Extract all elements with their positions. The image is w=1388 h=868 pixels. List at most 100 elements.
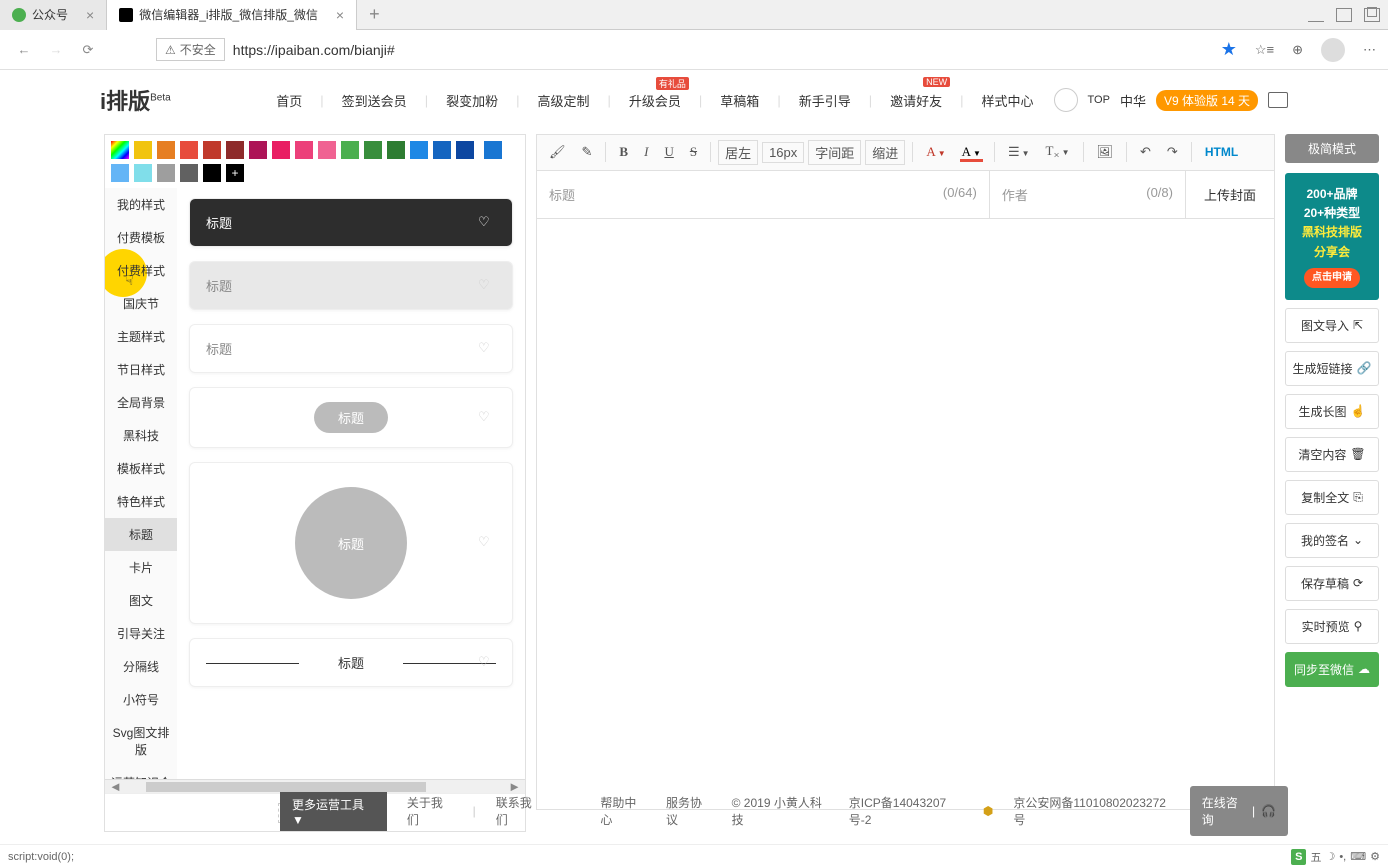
- heart-icon[interactable]: ♡: [478, 214, 496, 232]
- favorite-icon[interactable]: ★: [1221, 39, 1237, 60]
- color-swatch[interactable]: [226, 141, 244, 159]
- heart-icon[interactable]: ♡: [478, 340, 496, 358]
- category-follow[interactable]: 引导关注: [105, 617, 177, 650]
- category-theme[interactable]: 主题样式: [105, 320, 177, 353]
- logo[interactable]: i排版Beta: [100, 84, 171, 116]
- category-symbol[interactable]: 小符号: [105, 683, 177, 716]
- add-color-button[interactable]: +: [226, 164, 244, 182]
- color-swatch[interactable]: [134, 141, 152, 159]
- spacing-select[interactable]: 字间距: [808, 140, 861, 165]
- bg-color-button[interactable]: A▼: [956, 140, 987, 164]
- simple-mode-button[interactable]: 极简模式: [1285, 134, 1379, 163]
- nav-guide[interactable]: 新手引导: [799, 91, 851, 110]
- color-picker[interactable]: [111, 141, 129, 159]
- color-swatch[interactable]: [387, 141, 405, 159]
- promo-box[interactable]: 200+品牌 20+种类型 黑科技排版 分享会 点击申请: [1285, 173, 1379, 300]
- category-holiday[interactable]: 节日样式: [105, 353, 177, 386]
- restore-icon[interactable]: [1364, 8, 1380, 22]
- color-swatch[interactable]: [134, 164, 152, 182]
- fontsize-select[interactable]: 16px: [762, 142, 804, 163]
- nav-invite[interactable]: NEW邀请好友: [890, 91, 942, 110]
- avatar-icon[interactable]: [1054, 88, 1078, 112]
- browser-tab-active[interactable]: 微信编辑器_i排版_微信排版_微信 ×: [107, 0, 357, 30]
- footer-help[interactable]: 帮助中心: [600, 794, 646, 828]
- color-swatch[interactable]: [484, 141, 502, 159]
- minimize-icon[interactable]: [1308, 8, 1324, 22]
- category-background[interactable]: 全局背景: [105, 386, 177, 419]
- style-card-gray[interactable]: 标题 ♡: [189, 261, 513, 310]
- action-copy[interactable]: 复制全文⎘: [1285, 480, 1379, 515]
- color-swatch[interactable]: [272, 141, 290, 159]
- color-swatch[interactable]: [364, 141, 382, 159]
- format-button[interactable]: T×▼: [1040, 139, 1076, 166]
- color-swatch[interactable]: [410, 141, 428, 159]
- style-card-dark[interactable]: 标题 ♡: [189, 198, 513, 247]
- color-swatch[interactable]: [180, 141, 198, 159]
- action-longimage[interactable]: 生成长图☝: [1285, 394, 1379, 429]
- upload-cover-button[interactable]: 上传封面: [1186, 171, 1274, 218]
- action-signature[interactable]: 我的签名⌄: [1285, 523, 1379, 558]
- action-import[interactable]: 图文导入⇱: [1285, 308, 1379, 343]
- favorites-icon[interactable]: ☆≡: [1255, 42, 1274, 58]
- redo-button[interactable]: ↷: [1161, 140, 1184, 164]
- color-swatch[interactable]: [111, 164, 129, 182]
- url-input[interactable]: https://ipaiban.com/bianji#: [233, 42, 1213, 58]
- action-shortlink[interactable]: 生成短链接🔗: [1285, 351, 1379, 386]
- style-card-circle[interactable]: 标题 ♡: [189, 462, 513, 624]
- category-special[interactable]: 特色样式: [105, 485, 177, 518]
- collections-icon[interactable]: ⊕: [1292, 42, 1303, 58]
- color-swatch[interactable]: [456, 141, 474, 159]
- footer-about[interactable]: 关于我们: [407, 794, 453, 828]
- category-card[interactable]: 卡片: [105, 551, 177, 584]
- color-swatch[interactable]: [249, 141, 267, 159]
- consult-button[interactable]: 在线咨询 | 🎧: [1190, 786, 1288, 836]
- nav-fission[interactable]: 裂变加粉: [446, 91, 498, 110]
- color-swatch[interactable]: [318, 141, 336, 159]
- html-button[interactable]: HTML: [1199, 141, 1244, 163]
- category-my-styles[interactable]: 我的样式: [105, 188, 177, 221]
- color-swatch[interactable]: [295, 141, 313, 159]
- style-card-white[interactable]: 标题 ♡: [189, 324, 513, 373]
- undo-button[interactable]: ↶: [1134, 140, 1157, 164]
- indent-select[interactable]: 缩进: [865, 140, 905, 165]
- action-save[interactable]: 保存草稿⟳: [1285, 566, 1379, 601]
- footer-contact[interactable]: 联系我们: [496, 794, 542, 828]
- back-button[interactable]: ←: [12, 38, 36, 62]
- maximize-icon[interactable]: [1336, 8, 1352, 22]
- category-image-text[interactable]: 图文: [105, 584, 177, 617]
- username[interactable]: 中华: [1120, 91, 1146, 110]
- new-tab-button[interactable]: +: [357, 4, 392, 25]
- nav-styles[interactable]: 样式中心: [982, 91, 1034, 110]
- brush-icon[interactable]: 🖌: [543, 140, 572, 164]
- editor-body[interactable]: [536, 219, 1275, 810]
- color-swatch[interactable]: [203, 141, 221, 159]
- image-button[interactable]: 🖼: [1091, 140, 1120, 164]
- font-color-button[interactable]: A▼: [920, 140, 951, 164]
- security-badge[interactable]: ⚠ 不安全: [156, 38, 225, 61]
- category-knowledge[interactable]: 运营知识合集: [105, 766, 177, 779]
- menu-icon[interactable]: ⋯: [1363, 42, 1376, 58]
- strike-button[interactable]: S: [684, 140, 703, 164]
- category-template-styles[interactable]: 模板样式: [105, 452, 177, 485]
- vip-badge[interactable]: V9 体验版 14 天: [1156, 90, 1258, 111]
- color-swatch[interactable]: [341, 141, 359, 159]
- footer-police[interactable]: 京公安网备11010802023272号: [1013, 794, 1169, 828]
- list-button[interactable]: ☰▼: [1002, 140, 1036, 164]
- nav-drafts[interactable]: 草稿箱: [720, 91, 759, 110]
- action-preview[interactable]: 实时预览⚲: [1285, 609, 1379, 644]
- color-swatch[interactable]: [433, 141, 451, 159]
- browser-tab[interactable]: 公众号 ×: [0, 0, 107, 30]
- heart-icon[interactable]: ♡: [478, 534, 496, 552]
- category-paid-styles[interactable]: 付费样式 ☟: [105, 254, 177, 287]
- color-swatch[interactable]: [157, 141, 175, 159]
- title-input[interactable]: 标题 (0/64): [537, 171, 990, 218]
- action-clear[interactable]: 清空内容🗑: [1285, 437, 1379, 472]
- heart-icon[interactable]: ♡: [478, 409, 496, 427]
- nav-upgrade[interactable]: 有礼品升级会员: [629, 91, 681, 110]
- italic-button[interactable]: I: [638, 140, 654, 164]
- heart-icon[interactable]: ♡: [478, 654, 496, 672]
- footer-terms[interactable]: 服务协议: [666, 794, 712, 828]
- underline-button[interactable]: U: [658, 140, 679, 164]
- author-input[interactable]: 作者 (0/8): [990, 171, 1186, 218]
- close-icon[interactable]: ×: [86, 7, 94, 23]
